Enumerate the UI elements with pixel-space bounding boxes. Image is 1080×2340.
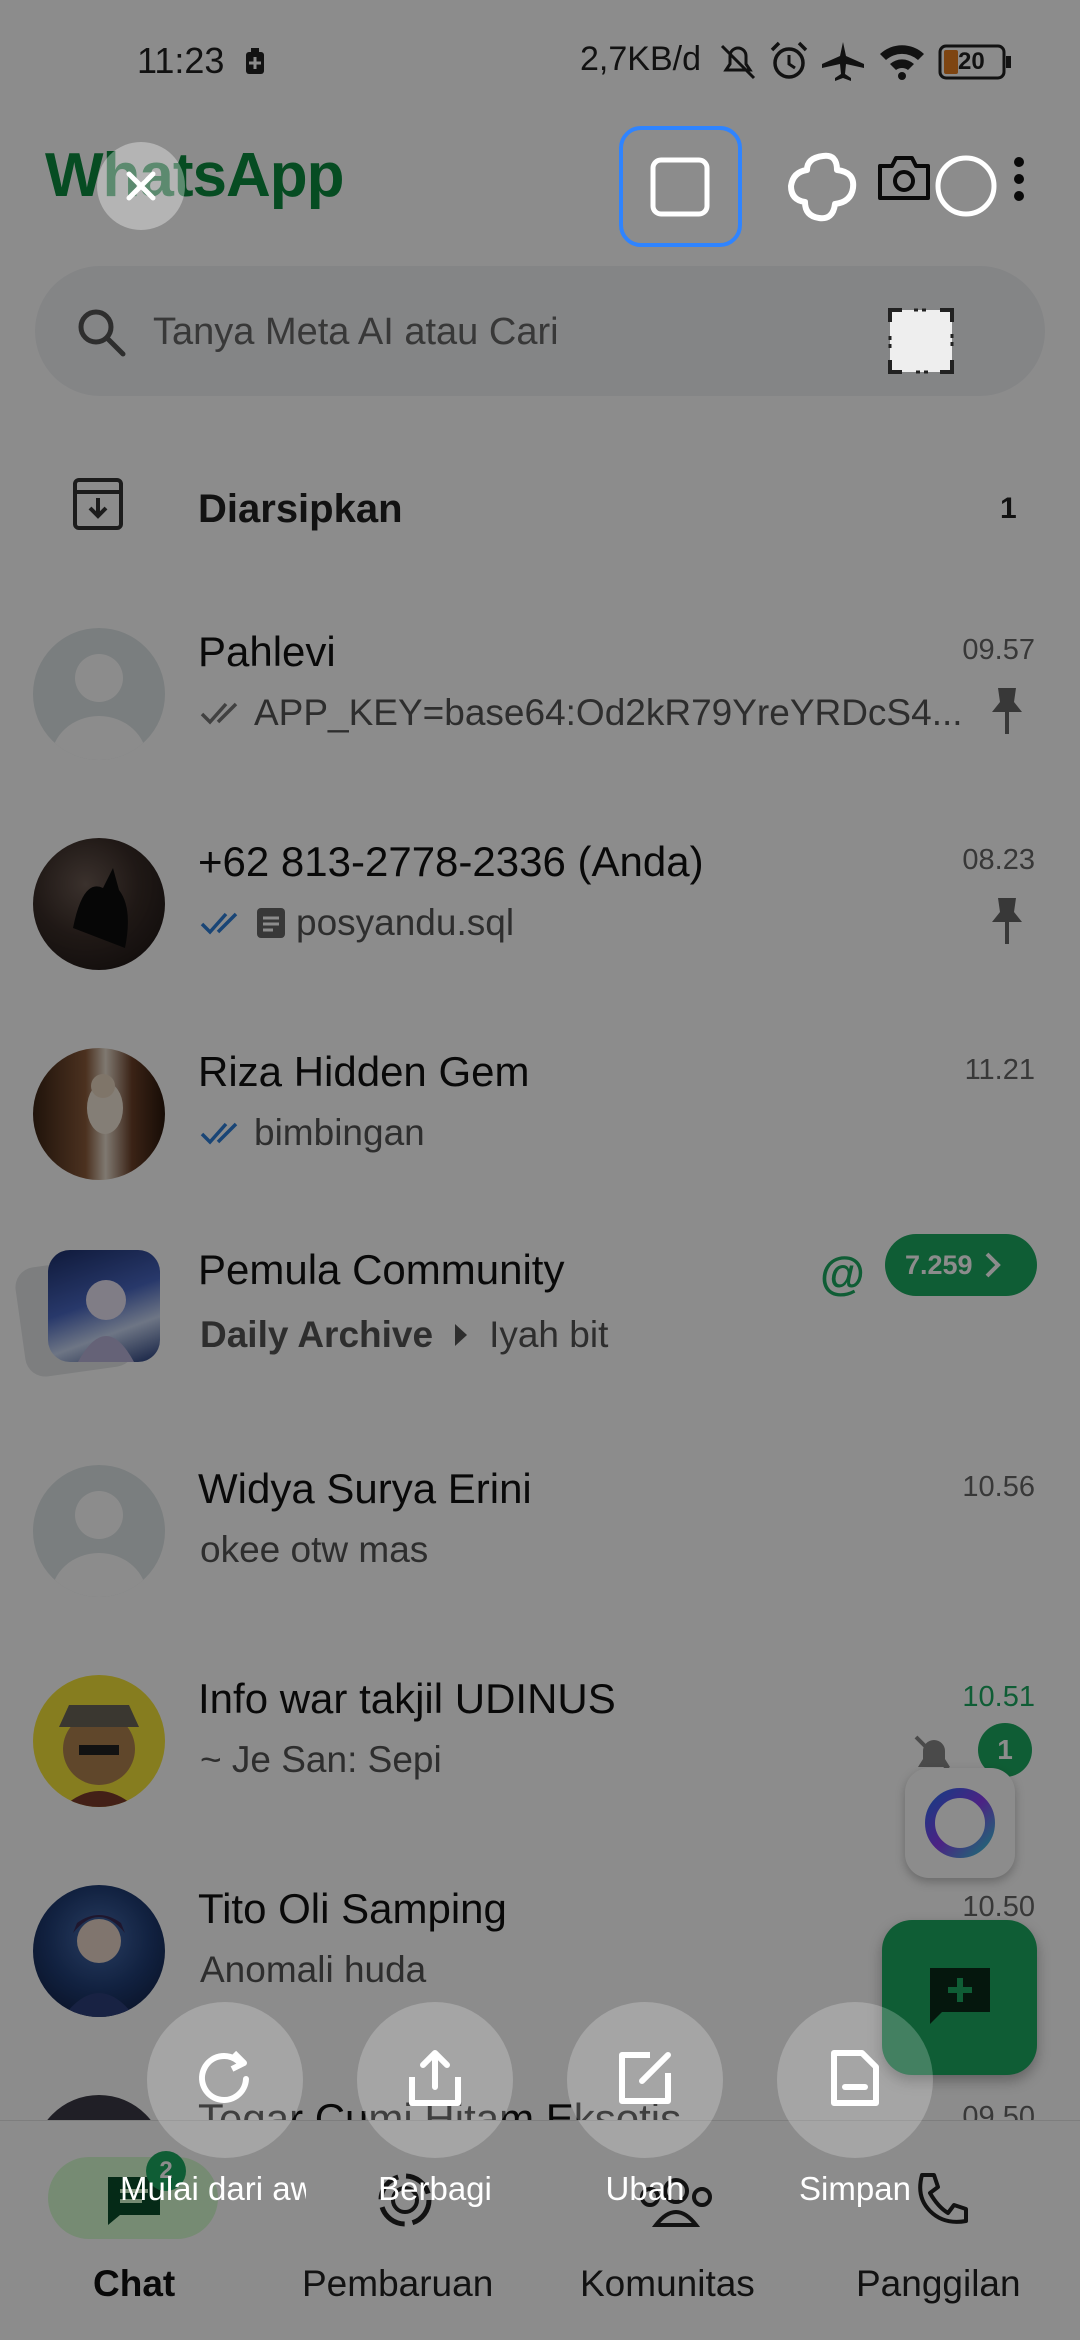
freeform-icon[interactable] bbox=[785, 150, 861, 224]
rectangle-icon bbox=[650, 157, 710, 217]
share-icon bbox=[409, 2050, 461, 2106]
selection-crop-icon[interactable] bbox=[886, 306, 956, 376]
save-icon bbox=[831, 2050, 879, 2106]
restart-button[interactable] bbox=[147, 2002, 303, 2158]
edit-button[interactable] bbox=[567, 2002, 723, 2158]
share-label: Berbagi bbox=[378, 2170, 492, 2207]
restart-label: Mulai dari awal bbox=[120, 2170, 306, 2207]
save-button[interactable] bbox=[777, 2002, 933, 2158]
edit-icon bbox=[619, 2052, 671, 2104]
save-label: Simpan bbox=[799, 2170, 911, 2207]
edit-label: Ubah bbox=[605, 2170, 685, 2207]
close-button[interactable] bbox=[97, 142, 185, 230]
share-button[interactable] bbox=[357, 2002, 513, 2158]
restart-icon bbox=[199, 2050, 249, 2103]
close-icon bbox=[126, 171, 156, 201]
circle-mode-icon[interactable] bbox=[934, 154, 998, 218]
rectangle-mode-button[interactable] bbox=[619, 126, 742, 247]
